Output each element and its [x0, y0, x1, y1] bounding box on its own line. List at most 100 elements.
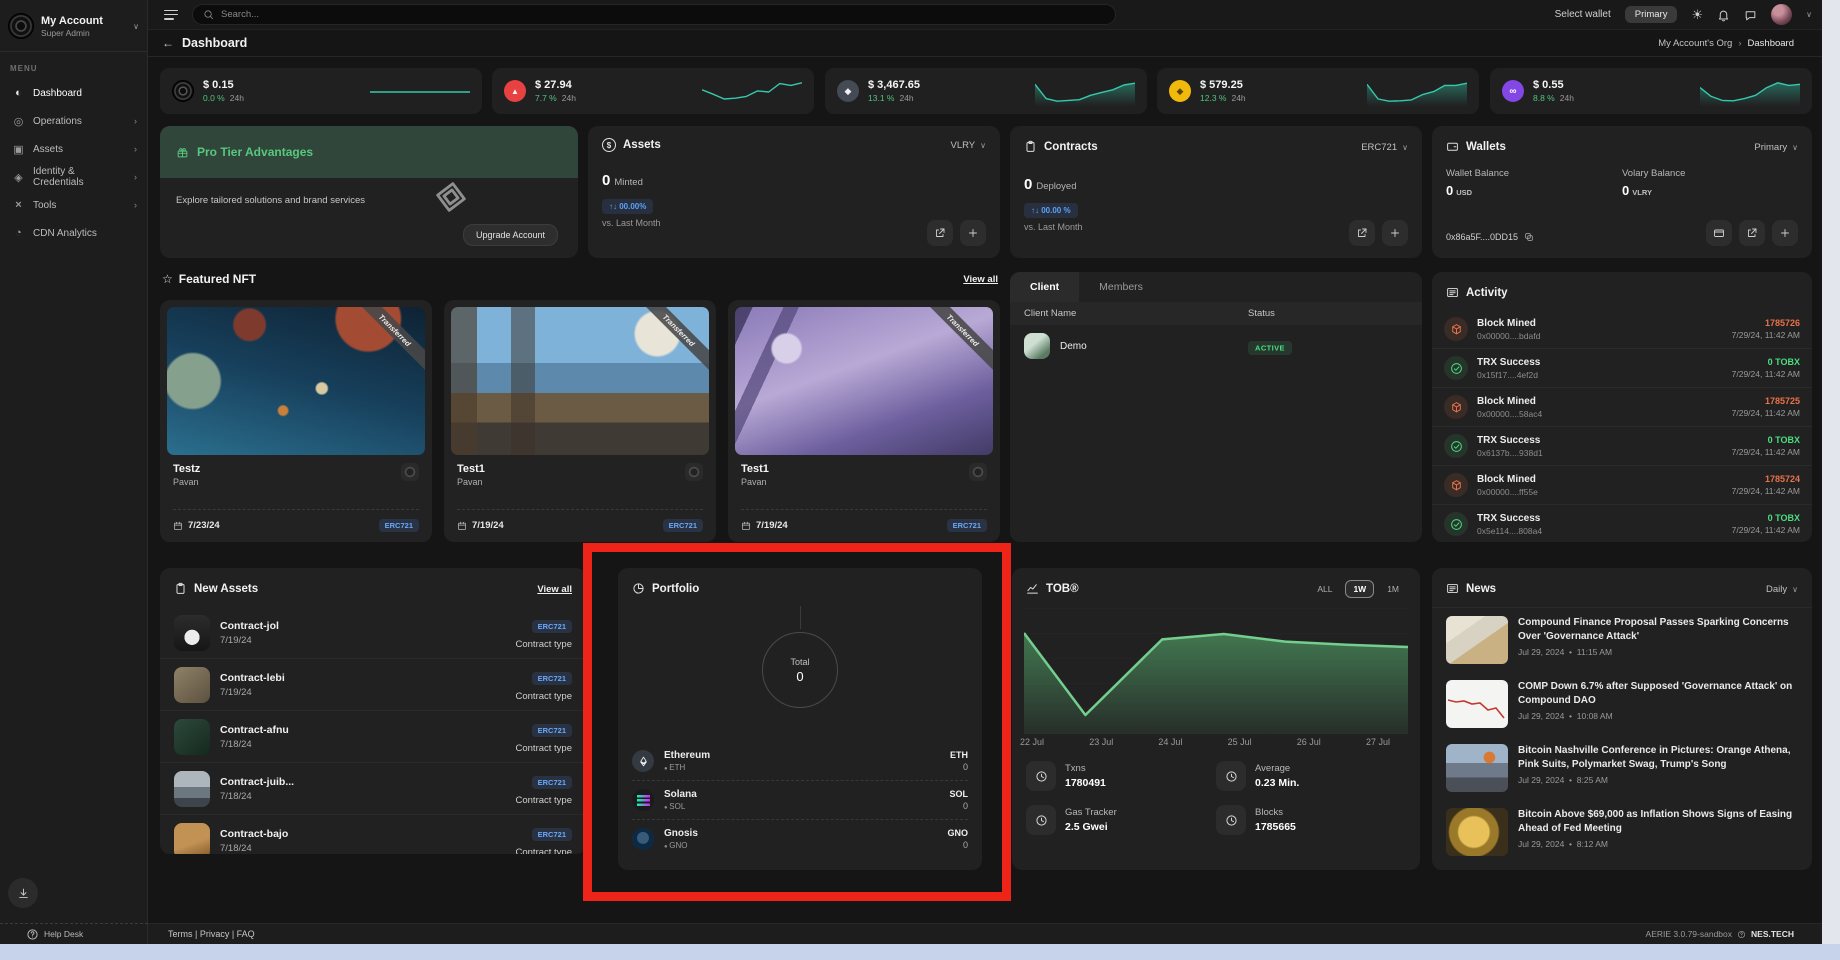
hamburger-menu-icon[interactable]	[164, 10, 178, 20]
contracts-add-button[interactable]	[1382, 220, 1408, 246]
avatar[interactable]	[1771, 4, 1792, 25]
stat-value: 2.5 Gwei	[1065, 821, 1117, 833]
activity-item[interactable]: TRX Success 0x5e114....808a4 0 TOBX 7/29…	[1432, 504, 1812, 542]
activity-item[interactable]: TRX Success 0x6137b....938d1 0 TOBX 7/29…	[1432, 426, 1812, 465]
tab-client[interactable]: Client	[1010, 272, 1079, 302]
price-card-ethereum[interactable]: ◆ $ 3,467.65 13.1 %24h	[825, 68, 1147, 114]
pro-tier-description: Explore tailored solutions and brand ser…	[160, 178, 578, 206]
sidebar-item[interactable]: Operations ›	[0, 107, 147, 135]
news-item[interactable]: Bitcoin Nashville Conference in Pictures…	[1432, 736, 1812, 800]
price-change: 13.1 %	[868, 93, 894, 103]
stat-label: Txns	[1065, 763, 1106, 774]
nft-card[interactable]: Transferred Testz Pavan 7/23/24 ERC721	[160, 300, 432, 542]
search-input[interactable]	[221, 9, 1105, 20]
sidebar-item[interactable]: Tools ›	[0, 191, 147, 219]
help-desk-link[interactable]: Help Desk	[0, 923, 148, 944]
contracts-export-button[interactable]	[1349, 220, 1375, 246]
token-symbol: SOL	[949, 789, 968, 799]
sidebar-item[interactable]: CDN Analytics	[0, 219, 147, 247]
news-item[interactable]: Compound Finance Proposal Passes Sparkin…	[1432, 608, 1812, 672]
assets-card: $ Assets VLRY∨ 0Minted ↑↓ 00.00% vs. Las…	[588, 126, 1000, 258]
list-item[interactable]: Contract-afnu 7/18/24 ERC721 Contract ty…	[160, 710, 586, 762]
account-switcher[interactable]: My Account Super Admin ∨	[0, 0, 147, 52]
activity-item[interactable]: TRX Success 0x15f17....4ef2d 0 TOBX 7/29…	[1432, 348, 1812, 387]
assets-export-button[interactable]	[927, 220, 953, 246]
activity-item[interactable]: Block Mined 0x00000....58ac4 1785725 7/2…	[1432, 387, 1812, 426]
copy-icon[interactable]	[1524, 232, 1534, 242]
portfolio-row-gnosis[interactable]: Gnosis GNO GNO 0	[632, 819, 968, 858]
asset-name: Contract-jol	[220, 620, 279, 632]
portfolio-row-solana[interactable]: Solana SOL SOL 0	[632, 780, 968, 819]
activity-hash: 0x00000....bdafd	[1477, 331, 1540, 341]
list-item[interactable]: Contract-jol 7/19/24 ERC721 Contract typ…	[160, 607, 586, 658]
breadcrumb-org[interactable]: My Account's Org	[1658, 38, 1732, 49]
range-1w-button[interactable]: 1W	[1345, 580, 1374, 598]
nft-date: 7/19/24	[756, 520, 788, 531]
client-name: Demo	[1060, 341, 1087, 352]
wallets-selector[interactable]: Primary∨	[1754, 142, 1798, 153]
nft-card[interactable]: Transferred Test1 Pavan 7/19/24 ERC721	[728, 300, 1000, 542]
portfolio-row-ethereum[interactable]: Ethereum ETH ETH 0	[632, 742, 968, 780]
breadcrumb-page[interactable]: Dashboard	[1748, 38, 1794, 49]
list-item[interactable]: Contract-lebi 7/19/24 ERC721 Contract ty…	[160, 658, 586, 710]
price-card-polygon[interactable]: ∞ $ 0.55 8.8 %24h	[1490, 68, 1812, 114]
wallet-address[interactable]: 0x86a5F....0DD15	[1446, 232, 1534, 242]
sidebar-item[interactable]: Identity & Credentials ›	[0, 163, 147, 191]
nft-card[interactable]: Transferred Test1 Pavan 7/19/24 ERC721	[444, 300, 716, 542]
tob-stats: Txns 1780491 Average 0.23 Min. Gas Track…	[1012, 747, 1420, 849]
activity-item[interactable]: Block Mined 0x00000....bdafd 1785726 7/2…	[1432, 310, 1812, 348]
activity-value: 0 TOBX	[1732, 513, 1800, 523]
price-sparkline	[1700, 76, 1800, 106]
price-card-avalanche[interactable]: ▲ $ 27.94 7.7 %24h	[492, 68, 814, 114]
list-item[interactable]: Contract-juib... 7/18/24 ERC721 Contract…	[160, 762, 586, 814]
download-button[interactable]	[8, 878, 38, 908]
chevron-down-icon[interactable]: ∨	[1806, 10, 1812, 19]
upgrade-account-button[interactable]: Upgrade Account	[463, 224, 558, 246]
wallets-export-button[interactable]	[1739, 220, 1765, 246]
price-card-volary[interactable]: $ 0.15 0.0 %24h	[160, 68, 482, 114]
portfolio-list: Ethereum ETH ETH 0 Solana SOL SOL 0 Gnos…	[632, 742, 968, 858]
wallets-add-button[interactable]	[1772, 220, 1798, 246]
back-arrow-icon[interactable]: ←	[162, 36, 174, 50]
news-item[interactable]: Bitcoin Above $69,000 as Inflation Shows…	[1432, 800, 1812, 864]
featured-nft-view-all[interactable]: View all	[963, 274, 998, 285]
chevron-down-icon: ∨	[1792, 143, 1798, 152]
notifications-icon[interactable]	[1717, 7, 1730, 21]
transferred-ribbon: Transferred	[346, 307, 425, 379]
news-filter-dropdown[interactable]: Daily∨	[1766, 584, 1798, 595]
assets-add-button[interactable]	[960, 220, 986, 246]
list-item[interactable]: Contract-bajo 7/18/24 ERC721 Contract ty…	[160, 814, 586, 854]
stat-value: 1780491	[1065, 777, 1106, 789]
range-1m-button[interactable]: 1M	[1380, 581, 1406, 597]
price-change: 12.3 %	[1200, 93, 1226, 103]
app-window: My Account Super Admin ∨ MENU Dashboard …	[0, 0, 1840, 960]
asset-standard-badge: ERC721	[532, 620, 572, 633]
stat-item: Txns 1780491	[1026, 761, 1216, 791]
tab-members[interactable]: Members	[1079, 272, 1163, 302]
news-item[interactable]: COMP Down 6.7% after Supposed 'Governanc…	[1432, 672, 1812, 736]
theme-toggle-icon[interactable]: ☀	[1691, 8, 1703, 21]
x-axis-tick: 26 Jul	[1297, 737, 1321, 747]
sidebar-item[interactable]: Assets ›	[0, 135, 147, 163]
range-all-button[interactable]: ALL	[1310, 581, 1339, 597]
tob-card: TOB® ALL 1W 1M 22 Jul23 Jul24 Jul25 Jul2…	[1012, 568, 1420, 870]
sidebar-item[interactable]: Dashboard	[0, 79, 147, 107]
asset-date: 7/18/24	[220, 739, 289, 750]
primary-wallet-chip[interactable]: Primary	[1625, 6, 1678, 23]
assets-token-selector[interactable]: VLRY∨	[950, 140, 986, 151]
price-card-bnb[interactable]: ◆ $ 579.25 12.3 %24h	[1157, 68, 1479, 114]
chevron-right-icon: ›	[134, 116, 137, 126]
activity-item[interactable]: Block Mined 0x00000....ff55e 1785724 7/2…	[1432, 465, 1812, 504]
nft-standard-badge: ERC721	[663, 519, 703, 532]
contracts-type-selector[interactable]: ERC721∨	[1361, 142, 1408, 153]
footer-links[interactable]: Terms | Privacy | FAQ	[168, 929, 255, 939]
app-version: AERIE 3.0.79-sandbox	[1646, 929, 1732, 939]
search-bar[interactable]	[192, 4, 1116, 25]
wallets-card-button[interactable]	[1706, 220, 1732, 246]
token-amount: 0	[947, 840, 968, 850]
messages-icon[interactable]	[1744, 7, 1757, 21]
activity-hash: 0x15f17....4ef2d	[1477, 370, 1540, 380]
select-wallet-button[interactable]: Select wallet	[1555, 9, 1611, 20]
new-assets-view-all[interactable]: View all	[537, 584, 572, 595]
table-row[interactable]: Demo ACTIVE	[1010, 325, 1422, 367]
